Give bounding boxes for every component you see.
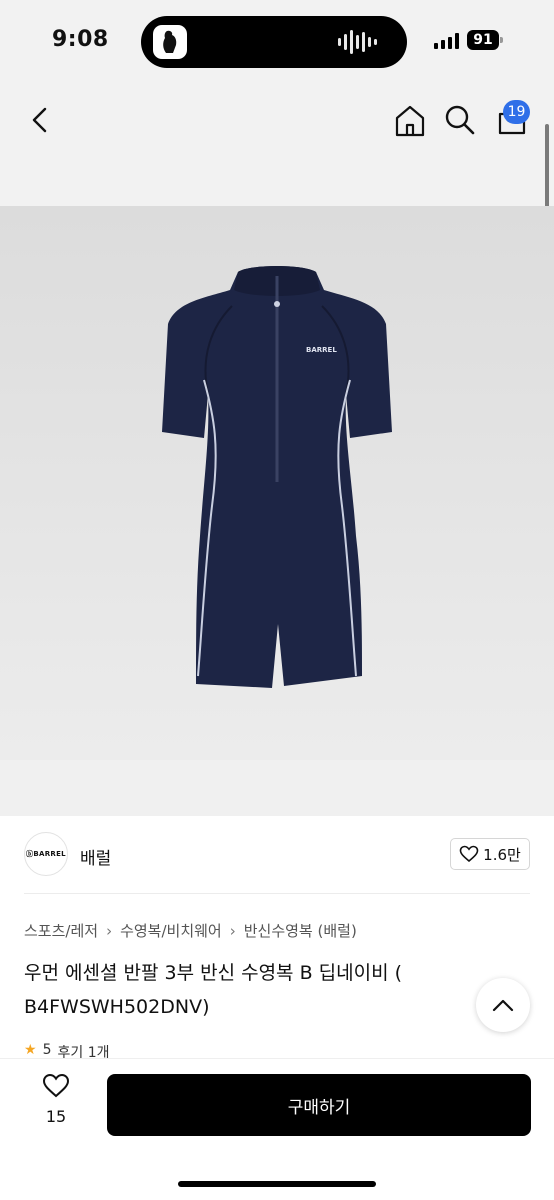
brand-like-count: 1.6만 [483, 845, 521, 864]
scroll-to-top-button[interactable] [476, 978, 530, 1032]
brand-like-button[interactable]: 1.6만 [450, 838, 530, 870]
divider [24, 893, 530, 894]
breadcrumb-item[interactable]: 스포츠/레저 [24, 920, 98, 941]
brand-logo-text: ⓑBARREL [26, 850, 66, 858]
swimsuit-illustration: BARREL [0, 206, 554, 760]
product-title-line1: 우먼 에센셜 반팔 3부 반신 수영복 B 딥네이비 ( [24, 962, 403, 984]
home-indicator[interactable] [178, 1181, 376, 1187]
battery-level: 91 [467, 30, 499, 50]
search-icon[interactable] [444, 104, 476, 136]
back-arrow-icon[interactable] [24, 104, 56, 136]
dynamic-island[interactable] [141, 16, 407, 68]
cart-count-badge: 19 [503, 100, 530, 124]
brand-row[interactable]: ⓑBARREL 배럴 1.6만 [24, 832, 530, 880]
chevron-right-icon: › [229, 921, 236, 940]
section-gap [0, 760, 554, 816]
buy-button[interactable]: 구매하기 [107, 1074, 531, 1136]
wishlist-button[interactable]: 15 [32, 1073, 80, 1137]
brand-logo[interactable]: ⓑBARREL [24, 832, 68, 876]
product-title: 우먼 에센셜 반팔 3부 반신 수영복 B 딥네이비 ( B4FWSWH502D… [24, 956, 504, 1024]
chevron-up-icon [492, 999, 514, 1012]
home-icon[interactable] [394, 104, 426, 138]
breadcrumb: 스포츠/레저 › 수영복/비치웨어 › 반신수영복 (배럴) [24, 920, 357, 941]
status-time: 9:08 [52, 27, 109, 52]
cellular-signal-icon [434, 33, 459, 49]
wishlist-count: 15 [45, 1107, 67, 1126]
breadcrumb-item[interactable]: 수영복/비치웨어 [120, 920, 222, 941]
audio-waveform-icon [338, 30, 377, 54]
now-playing-app-icon [153, 25, 187, 59]
bottom-action-bar: 15 구매하기 [0, 1058, 554, 1200]
breadcrumb-item[interactable]: 반신수영복 (배럴) [244, 920, 357, 941]
swimsuit-logo-text: BARREL [306, 346, 337, 354]
heart-outline-icon [42, 1073, 70, 1098]
chevron-right-icon: › [106, 921, 113, 940]
brand-name[interactable]: 배럴 [80, 844, 111, 869]
top-nav [0, 82, 554, 206]
product-title-line2: B4FWSWH502DNV) [24, 996, 210, 1018]
product-image[interactable]: BARREL [0, 206, 554, 760]
battery-icon: 91 [467, 30, 503, 50]
status-bar: 9:08 91 [0, 0, 554, 82]
heart-outline-icon [459, 845, 479, 863]
